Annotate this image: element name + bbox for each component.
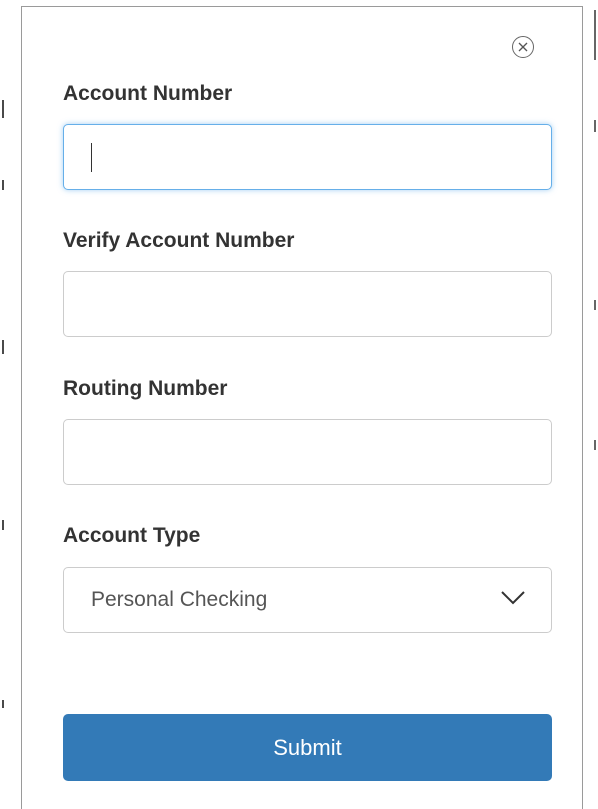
- background-mark: [594, 440, 596, 450]
- account-number-label: Account Number: [63, 82, 233, 105]
- background-mark: [2, 700, 4, 708]
- background-left-edge: [0, 0, 20, 809]
- account-type-select[interactable]: Personal Checking: [63, 567, 552, 633]
- bank-account-modal: Account Number Verify Account Number Rou…: [21, 6, 583, 809]
- submit-button[interactable]: Submit: [63, 714, 552, 781]
- account-type-label: Account Type: [63, 524, 201, 547]
- background-mark: [2, 340, 4, 354]
- text-caret: [91, 143, 92, 172]
- background-mark: [594, 300, 596, 310]
- page: Account Number Verify Account Number Rou…: [0, 0, 598, 809]
- close-icon[interactable]: [512, 36, 534, 58]
- routing-number-input[interactable]: [63, 419, 552, 485]
- verify-account-number-label: Verify Account Number: [63, 229, 295, 252]
- chevron-down-icon: [501, 591, 525, 605]
- background-mark: [2, 100, 4, 118]
- routing-number-label: Routing Number: [63, 377, 228, 400]
- background-mark: [2, 520, 4, 530]
- background-mark: [594, 120, 596, 132]
- verify-account-number-input[interactable]: [63, 271, 552, 337]
- account-number-input[interactable]: [63, 124, 552, 190]
- account-type-selected-value: Personal Checking: [91, 588, 268, 611]
- background-mark: [2, 180, 4, 190]
- background-mark: [594, 10, 596, 60]
- background-right-edge: [586, 0, 598, 809]
